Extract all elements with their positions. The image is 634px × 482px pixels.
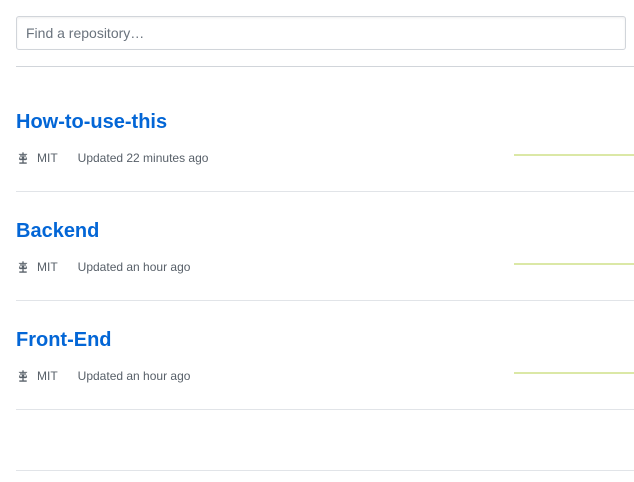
repository-meta: MIT Updated 22 minutes ago xyxy=(16,150,208,166)
license: MIT xyxy=(16,368,58,384)
repository-item-how-to-use-this: How-to-use-this MIT Updated 22 minutes a… xyxy=(16,83,634,192)
law-icon xyxy=(18,370,28,382)
repository-meta: MIT Updated an hour ago xyxy=(16,259,190,275)
law-icon xyxy=(18,152,28,164)
license-label: MIT xyxy=(37,151,58,165)
license-label: MIT xyxy=(37,260,58,274)
find-repository-input[interactable] xyxy=(16,16,626,50)
divider xyxy=(16,470,634,471)
repository-list-page: How-to-use-this MIT Updated 22 minutes a… xyxy=(0,0,634,482)
activity-sparkline xyxy=(514,263,634,265)
law-icon xyxy=(18,261,28,273)
activity-sparkline xyxy=(514,154,634,156)
license: MIT xyxy=(16,150,58,166)
updated-time: Updated an hour ago xyxy=(77,369,191,383)
repository-item-front-end: Front-End MIT Updated an hour ago xyxy=(16,301,634,410)
repository-link[interactable]: How-to-use-this xyxy=(16,110,167,134)
search-container xyxy=(16,16,626,50)
license-label: MIT xyxy=(37,369,58,383)
updated-time: Updated 22 minutes ago xyxy=(77,151,209,165)
repository-list: How-to-use-this MIT Updated 22 minutes a… xyxy=(16,83,634,410)
repository-link[interactable]: Front-End xyxy=(16,328,112,352)
activity-sparkline xyxy=(514,372,634,374)
repository-link[interactable]: Backend xyxy=(16,219,99,243)
repository-meta: MIT Updated an hour ago xyxy=(16,368,190,384)
divider xyxy=(16,66,634,67)
updated-time: Updated an hour ago xyxy=(77,260,191,274)
license: MIT xyxy=(16,259,58,275)
repository-item-backend: Backend MIT Updated an hour ago xyxy=(16,192,634,301)
